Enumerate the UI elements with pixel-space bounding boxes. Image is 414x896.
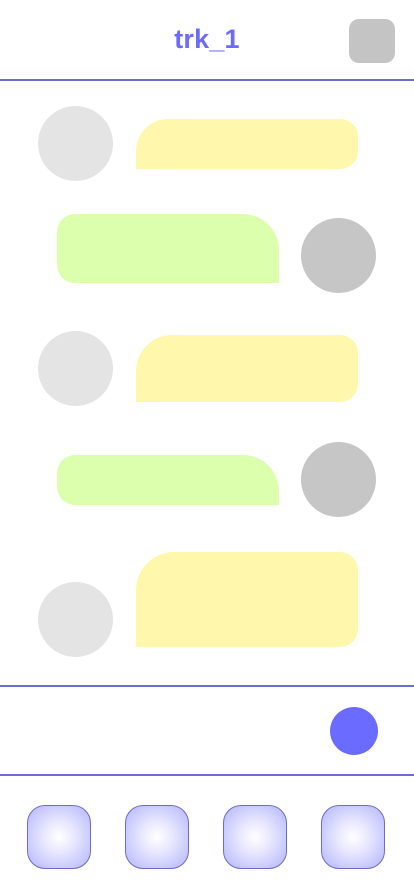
circle-send-icon[interactable] [330,707,378,755]
tab-icon-1[interactable] [27,805,91,869]
message-bubble[interactable] [136,552,358,647]
avatar[interactable] [301,218,376,293]
message-list[interactable] [0,81,414,685]
tab-icon-2[interactable] [125,805,189,869]
tab-bar [0,776,414,896]
composer-bar [0,685,414,776]
header-bar: trk_1 [0,0,414,81]
avatar[interactable] [301,442,376,517]
avatar[interactable] [38,582,113,657]
avatar[interactable] [38,331,113,406]
avatar[interactable] [38,106,113,181]
message-bubble[interactable] [136,335,358,402]
chat-screen: trk_1 [0,0,414,896]
tab-icon-3[interactable] [223,805,287,869]
message-bubble[interactable] [136,119,358,169]
square-icon[interactable] [349,19,395,63]
message-bubble[interactable] [57,214,279,283]
message-bubble[interactable] [57,455,279,505]
tab-icon-4[interactable] [321,805,385,869]
